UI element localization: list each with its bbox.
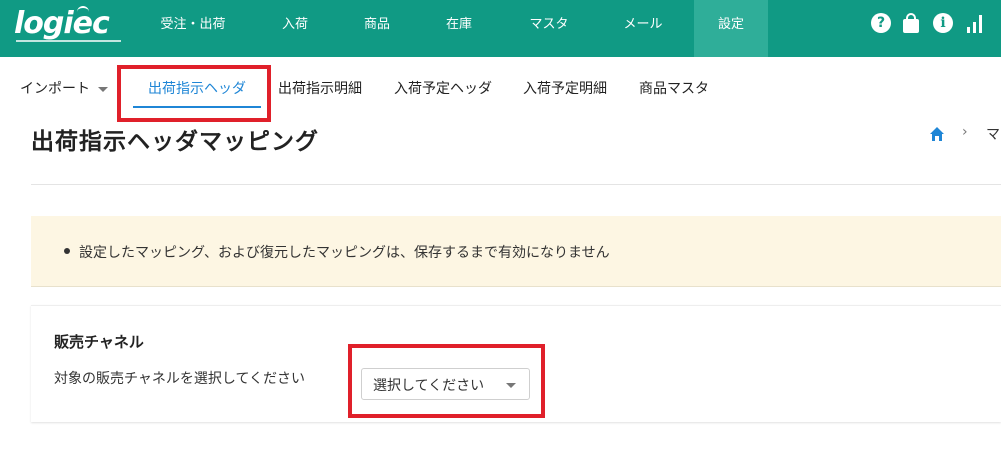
nav-label: 受注・出荷 [160,17,226,32]
title-divider [31,184,1001,185]
nav-label: 在庫 [445,17,472,32]
warning-notice: 設定したマッピング、および復元したマッピングは、保存するまで有効になりません [31,216,1001,287]
shopping-bag-icon[interactable] [901,13,921,33]
logo-arc-mark [77,6,89,12]
import-label: インポート [20,81,90,97]
top-navbar: logiec 受注・出荷 入荷 商品 在庫 マスタ メール 設定 ? i [0,0,1001,57]
tab-product-master[interactable]: 商品マスタ [639,78,709,98]
tab-label: 入荷予定明細 [523,81,607,97]
bullet-icon [64,248,70,254]
logo-text: logiec [14,6,110,41]
caret-down-icon [98,86,108,92]
nav-item-mail[interactable]: メール [611,0,675,57]
tab-shipping-detail[interactable]: 出荷指示明細 [278,78,362,98]
nav-label: 入荷 [281,17,308,32]
breadcrumb-item[interactable]: マ [986,124,1000,144]
help-icon[interactable]: ? [871,13,891,33]
import-dropdown[interactable]: インポート [20,78,108,98]
notice-text: 設定したマッピング、および復元したマッピングは、保存するまで有効になりません [79,245,610,261]
tab-label: 入荷予定ヘッダ [394,81,492,97]
tab-label: 出荷指示明細 [278,81,362,97]
highlight-box-channel-select [348,344,545,418]
nav-item-receiving[interactable]: 入荷 [265,0,325,57]
signal-bar [973,22,976,33]
nav-label: 商品 [363,17,390,32]
nav-item-inventory[interactable]: 在庫 [429,0,489,57]
tab-label: 商品マスタ [639,81,709,97]
home-icon[interactable] [929,126,945,142]
card-title: 販売チャネル [54,333,144,351]
nav-label: メール [623,17,663,32]
signal-bar [979,15,982,33]
page-title: 出荷指示ヘッダマッピング [31,129,319,155]
nav-item-settings[interactable]: 設定 [694,0,768,57]
channel-select-label: 対象の販売チャネルを選択してください [54,371,306,387]
tab-receiving-header[interactable]: 入荷予定ヘッダ [394,78,492,98]
nav-item-orders-shipping[interactable]: 受注・出荷 [145,0,241,57]
nav-label: マスタ [529,17,569,32]
logiec-logo[interactable]: logiec [14,6,121,45]
breadcrumb-separator: › [962,124,968,140]
signal-bars-icon[interactable] [965,13,985,33]
nav-item-products[interactable]: 商品 [347,0,407,57]
highlight-box-active-tab [117,65,271,122]
info-icon[interactable]: i [933,13,953,33]
signal-bar [967,27,970,33]
top-icon-group: ? i [869,13,989,35]
bag-body-shape [903,19,919,33]
nav-item-master[interactable]: マスタ [517,0,581,57]
logo-tagline-mark [16,40,121,42]
tab-receiving-detail[interactable]: 入荷予定明細 [523,78,607,98]
nav-label: 設定 [717,17,744,32]
